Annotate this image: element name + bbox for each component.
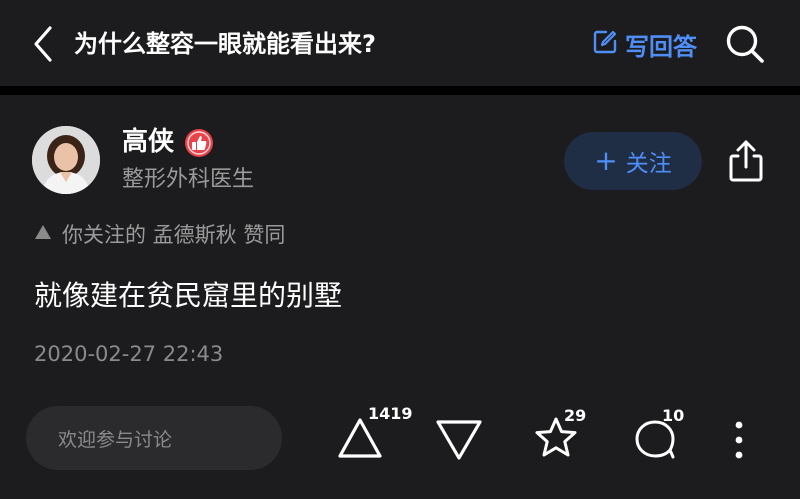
comment-placeholder: 欢迎参与讨论 bbox=[58, 428, 173, 451]
follow-button[interactable]: + 关注 bbox=[564, 132, 702, 190]
top-bar: 为什么整容一眼就能看出来? 写回答 bbox=[0, 0, 800, 86]
favorite-button[interactable]: 29 bbox=[532, 406, 586, 462]
write-answer-label: 写回答 bbox=[625, 32, 697, 61]
search-icon[interactable] bbox=[724, 23, 766, 65]
follow-label: 关注 bbox=[625, 151, 672, 177]
edit-icon bbox=[592, 29, 618, 59]
author-bio: 整形外科医生 bbox=[122, 167, 255, 192]
endorsement-text: 你关注的 孟德斯秋 赞同 bbox=[62, 223, 286, 247]
answer-timestamp: 2020-02-27 22:43 bbox=[34, 342, 224, 366]
comment-button[interactable]: 10 bbox=[632, 406, 684, 462]
chevron-left-icon[interactable] bbox=[28, 24, 58, 64]
plus-icon: + bbox=[594, 144, 618, 177]
header-divider bbox=[0, 86, 800, 95]
endorsement-row: 你关注的 孟德斯秋 赞同 bbox=[34, 218, 285, 250]
answer-body: 就像建在贫民窟里的别墅 bbox=[34, 279, 343, 312]
share-icon[interactable] bbox=[724, 138, 768, 184]
author-name[interactable]: 高侠 bbox=[122, 124, 174, 160]
avatar[interactable] bbox=[32, 126, 100, 194]
write-answer-button[interactable]: 写回答 bbox=[592, 24, 697, 64]
comment-input[interactable]: 欢迎参与讨论 bbox=[26, 406, 282, 470]
downvote-button[interactable] bbox=[434, 416, 484, 464]
upvote-count: 1419 bbox=[368, 404, 413, 423]
question-title[interactable]: 为什么整容一眼就能看出来? bbox=[74, 24, 376, 64]
comment-count: 10 bbox=[662, 406, 685, 425]
more-options-icon[interactable] bbox=[724, 418, 754, 462]
thumb-up-badge-icon bbox=[184, 128, 214, 158]
downvote-icon bbox=[436, 420, 482, 460]
triangle-up-icon bbox=[34, 224, 52, 244]
favorite-count: 29 bbox=[564, 406, 587, 425]
upvote-button[interactable]: 1419 bbox=[336, 404, 413, 462]
